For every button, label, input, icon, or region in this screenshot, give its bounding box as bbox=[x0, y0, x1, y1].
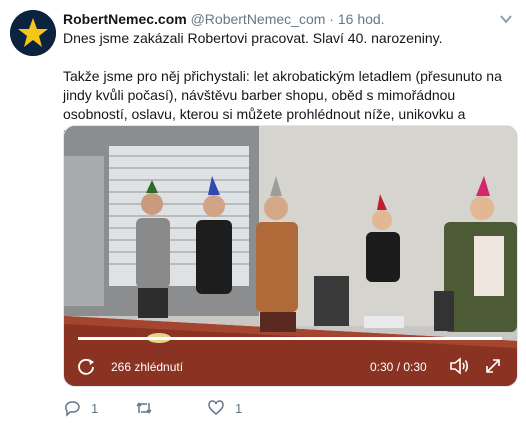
like-button[interactable]: 1 bbox=[207, 398, 242, 418]
like-icon bbox=[208, 400, 224, 415]
avatar[interactable] bbox=[10, 10, 56, 56]
chevron-down-icon[interactable] bbox=[499, 12, 513, 26]
author-handle[interactable]: @RobertNemec_com bbox=[191, 11, 326, 27]
reply-button[interactable]: 1 bbox=[63, 398, 98, 418]
view-count: 266 zhlédnutí bbox=[111, 360, 184, 374]
video-time: 0:30 / 0:30 bbox=[370, 360, 427, 374]
retweet-icon bbox=[136, 402, 152, 414]
separator-dot: · bbox=[329, 11, 334, 27]
replay-icon[interactable] bbox=[76, 356, 96, 376]
reply-icon bbox=[65, 401, 80, 417]
reply-count: 1 bbox=[91, 400, 99, 416]
video-progress-fill bbox=[78, 337, 502, 340]
tweet-actions: 1 1 bbox=[63, 398, 463, 418]
like-count: 1 bbox=[235, 400, 243, 416]
tweet-header: RobertNemec.com @RobertNemec_com · 16 ho… bbox=[63, 10, 385, 28]
author-name[interactable]: RobertNemec.com bbox=[63, 11, 187, 27]
volume-icon[interactable] bbox=[449, 356, 471, 376]
retweet-button[interactable] bbox=[135, 398, 163, 418]
tweet-time[interactable]: 16 hod. bbox=[338, 11, 385, 27]
video-controls: 266 zhlédnutí 0:30 / 0:30 bbox=[64, 346, 517, 386]
video-progress-bar[interactable] bbox=[78, 337, 502, 340]
fullscreen-icon[interactable] bbox=[483, 356, 503, 376]
tweet-text-line1: Dnes jsme zakázali Robertovi pracovat. S… bbox=[63, 30, 443, 46]
video-player[interactable]: 266 zhlédnutí 0:30 / 0:30 bbox=[63, 125, 518, 387]
star-logo-icon bbox=[10, 10, 56, 56]
